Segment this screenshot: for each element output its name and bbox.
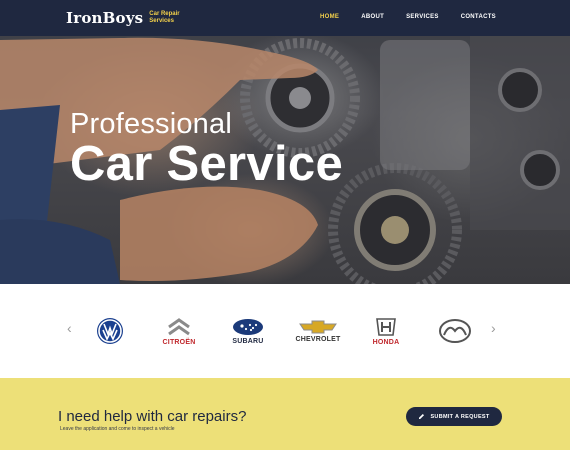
nav-services[interactable]: SERVICES (406, 14, 439, 20)
honda-label: HONDA (372, 338, 400, 346)
logo-tagline-line1: Car Repair (149, 11, 180, 17)
main-nav: HOME ABOUT SERVICES CONTACTS (320, 14, 496, 20)
cta-subtitle: Leave the application and come to inspec… (60, 426, 175, 432)
site-logo[interactable]: IronBoys Car Repair Services (66, 9, 180, 27)
submit-request-label: SUBMIT A REQUEST (430, 413, 490, 420)
pencil-icon (419, 414, 425, 419)
chevrolet-logo-icon (299, 320, 337, 333)
nav-home[interactable]: HOME (320, 14, 339, 20)
mazda-logo-icon (439, 319, 471, 343)
brand-subaru[interactable]: SUBARU (218, 314, 278, 348)
submit-request-button[interactable]: SUBMIT A REQUEST (406, 407, 502, 426)
chevron-left-icon[interactable]: ‹ (67, 320, 72, 336)
citroen-logo-icon (168, 317, 190, 335)
brand-citroen[interactable]: CITROËN (149, 314, 209, 348)
top-navbar: IronBoys Car Repair Services HOME ABOUT … (0, 0, 570, 36)
brand-mazda[interactable] (425, 314, 485, 348)
chevrolet-label: CHEVROLET (295, 335, 341, 343)
brand-honda[interactable]: HONDA (356, 314, 416, 348)
chevron-right-icon[interactable]: › (491, 320, 496, 336)
volkswagen-logo-icon (97, 318, 123, 344)
citroen-label: CITROËN (162, 338, 196, 346)
subaru-logo-icon (233, 318, 263, 335)
cta-title: I need help with car repairs? (58, 408, 247, 425)
subaru-label: SUBARU (232, 337, 264, 345)
brand-chevrolet[interactable]: CHEVROLET (288, 314, 348, 348)
logo-tagline: Car Repair Services (149, 11, 179, 25)
brand-volkswagen[interactable] (80, 314, 140, 348)
nav-contacts[interactable]: CONTACTS (461, 14, 496, 20)
honda-logo-icon (376, 317, 396, 336)
nav-about[interactable]: ABOUT (361, 14, 384, 20)
logo-title: IronBoys (66, 9, 144, 27)
logo-tagline-line2: Services (149, 18, 174, 24)
hero-heading-line2: Car Service (70, 137, 343, 191)
